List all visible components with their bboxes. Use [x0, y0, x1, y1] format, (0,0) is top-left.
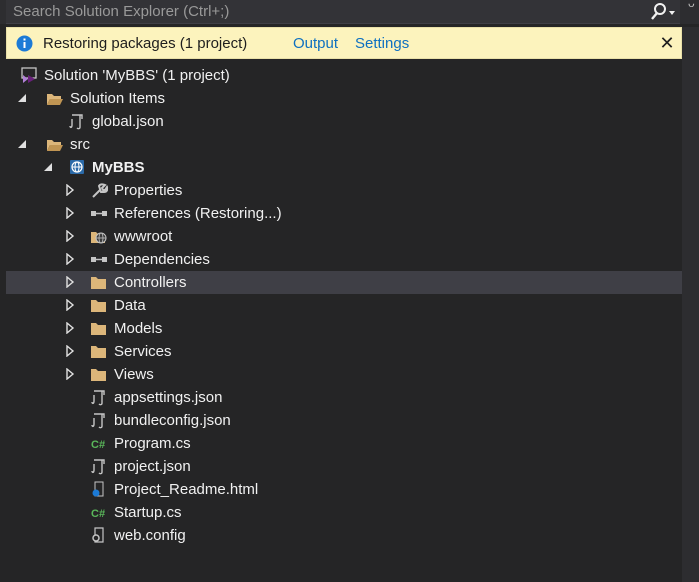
tree-row-src[interactable]: src — [6, 133, 682, 156]
tree-row-label: Project_Readme.html — [114, 481, 259, 498]
references-icon — [91, 257, 107, 262]
tree-row-program-cs[interactable]: C# Program.cs — [6, 432, 682, 455]
config-file-icon — [92, 527, 104, 543]
collapsed-arrow-icon[interactable] — [64, 345, 76, 357]
json-file-icon — [91, 390, 105, 406]
folder-icon — [91, 323, 106, 335]
folder-open-icon — [47, 140, 63, 151]
folder-open-icon — [47, 94, 63, 105]
tree-row-mybbs[interactable]: MyBBS — [6, 156, 682, 179]
collapsed-arrow-icon[interactable] — [64, 322, 76, 334]
folder-icon — [91, 277, 106, 289]
collapsed-arrow-icon[interactable] — [64, 368, 76, 380]
json-file-icon — [91, 459, 105, 475]
tree-row-label: MyBBS — [92, 159, 145, 176]
tree-row-references-restoring[interactable]: References (Restoring...) — [6, 202, 682, 225]
references-icon — [91, 211, 107, 216]
folder-icon — [91, 300, 106, 312]
search-icon — [651, 3, 675, 20]
tree-row-label: project.json — [114, 458, 191, 475]
tree-row-label: web.config — [114, 527, 186, 544]
solution-icon — [21, 67, 37, 83]
tree-row-label: Models — [114, 320, 163, 337]
globe-folder-icon — [91, 232, 107, 244]
tree-row-label: References (Restoring...) — [114, 205, 282, 222]
tree-row-properties[interactable]: Properties — [6, 179, 682, 202]
info-icon — [16, 35, 33, 52]
info-message: Restoring packages (1 project) — [43, 35, 248, 52]
tree-row-dependencies[interactable]: Dependencies — [6, 248, 682, 271]
close-infobar-button[interactable]: ✕ — [658, 33, 676, 53]
search-bar: ᴗ — [0, 0, 699, 24]
tree-row-label: Program.cs — [114, 435, 191, 452]
tree-row-solution-mybbs-1-project[interactable]: Solution 'MyBBS' (1 project) — [6, 64, 682, 87]
tree-row-project-json[interactable]: project.json — [6, 455, 682, 478]
tree-row-global-json[interactable]: global.json — [6, 110, 682, 133]
tree-row-models[interactable]: Models — [6, 317, 682, 340]
tree-row-label: Properties — [114, 182, 183, 199]
scrollbar[interactable] — [682, 27, 699, 582]
tree-row-services[interactable]: Services — [6, 340, 682, 363]
tree-row-startup-cs[interactable]: C# Startup.cs — [6, 501, 682, 524]
collapsed-arrow-icon[interactable] — [64, 230, 76, 242]
search-input[interactable] — [6, 0, 633, 23]
dropdown-arrow-icon — [669, 11, 675, 15]
tree-row-views[interactable]: Views — [6, 363, 682, 386]
collapsed-arrow-icon[interactable] — [64, 184, 76, 196]
info-bar: Restoring packages (1 project) Output Se… — [6, 27, 682, 59]
output-link[interactable]: Output — [293, 35, 338, 52]
tree-row-project-readme-html[interactable]: Project_Readme.html — [6, 478, 682, 501]
folder-icon — [91, 369, 106, 381]
expanded-arrow-icon[interactable] — [42, 161, 54, 173]
tree-row-appsettings-json[interactable]: appsettings.json — [6, 386, 682, 409]
tree-row-label: Views — [114, 366, 154, 383]
json-file-icon — [69, 114, 83, 130]
csharp-file-icon: C# — [91, 508, 105, 520]
tree-row-label: appsettings.json — [114, 389, 223, 406]
expanded-arrow-icon[interactable] — [16, 92, 28, 104]
folder-icon — [91, 346, 106, 358]
wrench-icon — [92, 183, 108, 198]
search-options-button[interactable] — [646, 1, 676, 23]
tree-row-label: Solution Items — [70, 90, 166, 107]
tree-row-label: wwwroot — [114, 228, 173, 245]
tree-row-label: src — [70, 136, 90, 153]
settings-link[interactable]: Settings — [355, 35, 409, 52]
web-project-icon — [70, 160, 84, 174]
csharp-file-icon: C# — [91, 439, 105, 451]
tree-row-label: Solution 'MyBBS' (1 project) — [44, 67, 230, 84]
html-file-icon — [92, 481, 104, 497]
tree-row-wwwroot[interactable]: wwwroot — [6, 225, 682, 248]
json-file-icon — [91, 413, 105, 429]
svg-text:C#: C# — [91, 508, 105, 520]
tree-row-label: global.json — [92, 113, 164, 130]
collapsed-arrow-icon[interactable] — [64, 207, 76, 219]
tree-row-label: Dependencies — [114, 251, 210, 268]
search-box — [6, 0, 680, 24]
solution-tree: Solution 'MyBBS' (1 project) Solution It… — [6, 63, 682, 582]
tree-row-label: Services — [114, 343, 172, 360]
expanded-arrow-icon[interactable] — [16, 138, 28, 150]
tree-row-label: Data — [114, 297, 146, 314]
collapsed-arrow-icon[interactable] — [64, 276, 76, 288]
collapsed-arrow-icon[interactable] — [64, 299, 76, 311]
tree-row-label: bundleconfig.json — [114, 412, 231, 429]
tree-row-label: Controllers — [114, 274, 187, 291]
svg-text:C#: C# — [91, 439, 105, 451]
pin-icon[interactable]: ᴗ — [688, 0, 699, 10]
tree-row-bundleconfig-json[interactable]: bundleconfig.json — [6, 409, 682, 432]
tree-row-solution-items[interactable]: Solution Items — [6, 87, 682, 110]
tree-row-web-config[interactable]: web.config — [6, 524, 682, 547]
tree-row-controllers[interactable]: Controllers — [6, 271, 682, 294]
tree-row-data[interactable]: Data — [6, 294, 682, 317]
collapsed-arrow-icon[interactable] — [64, 253, 76, 265]
tree-row-label: Startup.cs — [114, 504, 182, 521]
